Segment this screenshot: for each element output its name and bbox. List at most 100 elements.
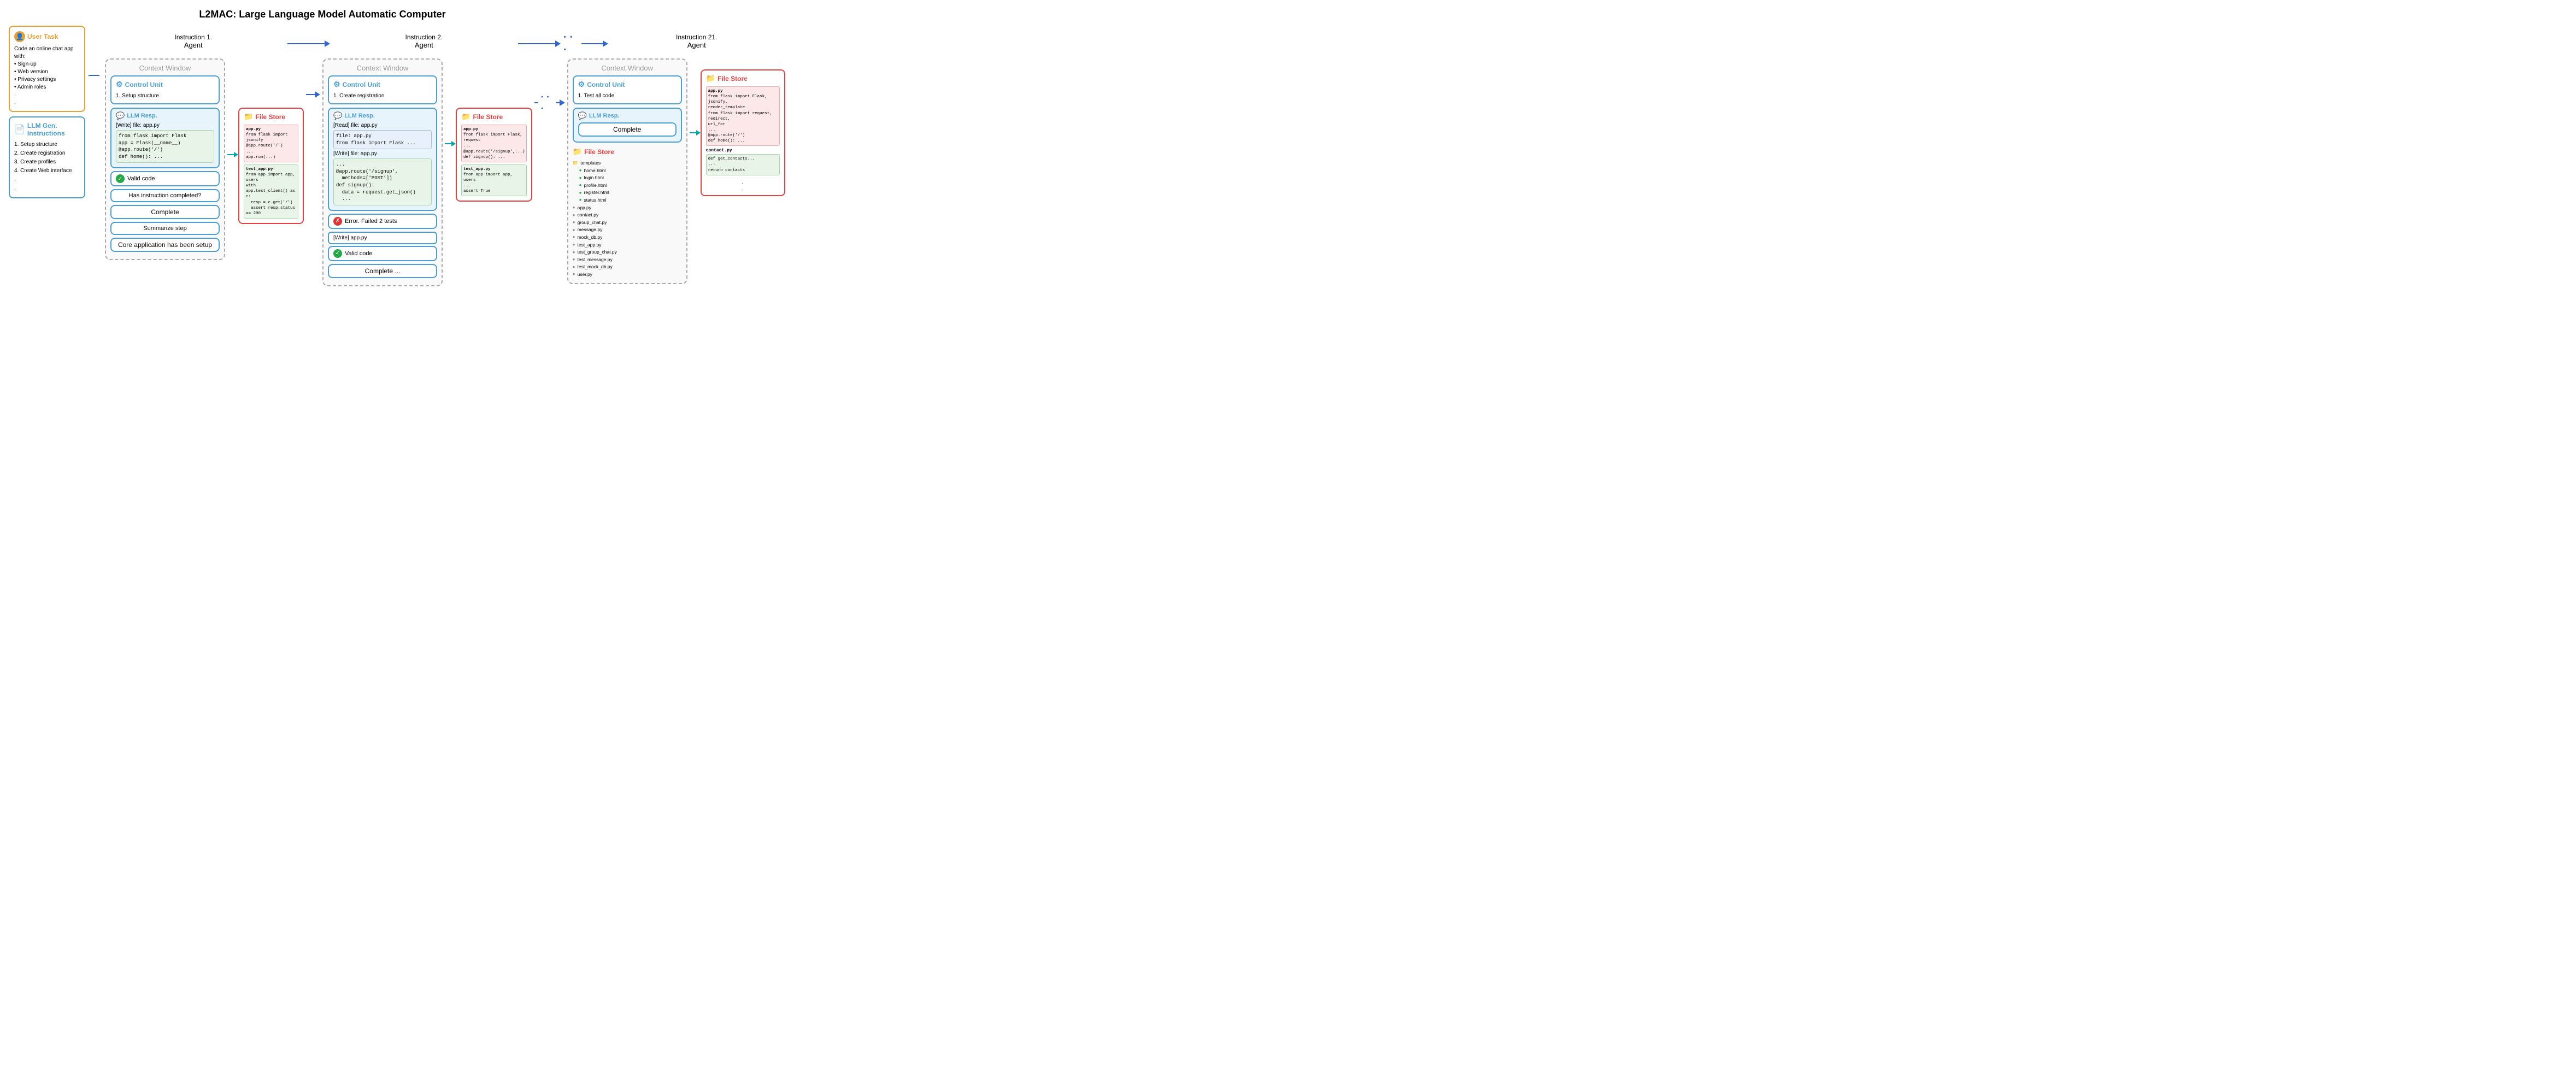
app-py-block-4: app.py from flask import Flask, jsonify,… <box>706 86 780 146</box>
control-unit-header-2: ⚙ Control Unit <box>333 80 432 89</box>
file-content-2: file: app.py from flask import Flask ... <box>333 130 432 149</box>
instruction2-block: Context Window ⚙ Control Unit 1. Create … <box>322 58 532 286</box>
context-label-2: Context Window <box>328 64 437 72</box>
complete-box-21-inner: Complete <box>578 122 677 137</box>
user-icon: 👤 <box>14 31 25 42</box>
code-block-2: ... @app.route('/signup', methods=['POST… <box>333 158 432 205</box>
control-unit-header-1: ⚙ Control Unit <box>116 80 214 89</box>
chat-icon-1: 💬 <box>116 111 125 120</box>
chat-icon-21: 💬 <box>578 111 587 120</box>
llm-gen-box: 📄 LLM Gen.Instructions 1. Setup structur… <box>9 116 85 198</box>
user-task-label: User Task <box>27 33 58 40</box>
file-contact-py: ● contact.py <box>573 211 682 219</box>
file-profile-html: ● profile.html <box>579 182 682 190</box>
write-file-2: [Write] file: app.py <box>333 151 432 157</box>
instruction21-sub: Agent <box>687 41 706 49</box>
gear-icon-2: ⚙ <box>333 80 340 89</box>
control-unit-1: ⚙ Control Unit 1. Setup structure <box>110 75 220 104</box>
instruction2-item: 1. Create registration <box>333 92 432 100</box>
file-store-header-4: 📁 File Store <box>706 74 780 83</box>
file-store-4: 📁 File Store app.py from flask import Fl… <box>701 69 785 196</box>
valid-code-label-2: Valid code <box>345 250 373 257</box>
error-label-2: Error. Failed 2 tests <box>345 218 397 225</box>
llm-resp-header-21: 💬 LLM Resp. <box>578 111 677 120</box>
app-py-block-2: app.py from flask import Flask,request .… <box>461 125 527 162</box>
file-store-header-2: 📁 File Store <box>461 112 527 121</box>
llm-resp-label-2: LLM Resp. <box>344 113 375 119</box>
contact-py-block: def get_contacts... ... return contacts <box>706 154 780 175</box>
test-app-block-1: test_app.py from app import app, users w… <box>244 164 298 219</box>
user-task-box: 👤 User Task Code an online chat app with… <box>9 26 85 112</box>
file-store-1: 📁 File Store app.py from flask import js… <box>238 108 304 224</box>
has-instruction-box: Has instruction completed? <box>110 189 220 202</box>
instruction2-label: Instruction 2. <box>405 33 443 41</box>
instruction21-label: Instruction 21. <box>676 33 717 41</box>
complete-box-1: Complete <box>110 205 220 219</box>
file-group-chat-py: ● group_chat.py <box>573 219 682 227</box>
file-user-py: ● user.py <box>573 271 682 279</box>
control-unit-label-21: Control Unit <box>587 81 625 89</box>
doc-icon: 📄 <box>14 124 25 135</box>
instruction21-item: 1. Test all code <box>578 92 677 100</box>
context-window-1: Context Window ⚙ Control Unit 1. Setup s… <box>105 58 225 260</box>
instruction1-item: 1. Setup structure <box>116 92 214 100</box>
dots-middle: · · · <box>538 91 556 114</box>
file-message-py: ● message.py <box>573 226 682 234</box>
dots-separator: · · · <box>561 31 581 56</box>
file-app-py: ● app.py <box>573 204 682 212</box>
llm-resp-label-1: LLM Resp. <box>127 113 157 119</box>
llm-resp-1: 💬 LLM Resp. [Write] file: app.py from fl… <box>110 108 220 168</box>
llm-resp-2: 💬 LLM Resp. [Read] file: app.py file: ap… <box>328 108 437 211</box>
summary-text: Core application has been setup <box>110 238 220 252</box>
file-test-app-py: ● test_app.py <box>573 242 682 249</box>
instruction2-sub: Agent <box>415 41 433 49</box>
test-app-block-2: test_app.py from app import app, users .… <box>461 164 527 197</box>
instruction1-label: Instruction 1. <box>174 33 212 41</box>
context-window-2: Context Window ⚙ Control Unit 1. Create … <box>322 58 443 286</box>
error-box-2: ✗ Error. Failed 2 tests <box>328 214 437 229</box>
folder-icon-4: 📁 <box>706 74 715 83</box>
context-label-1: Context Window <box>110 64 220 72</box>
valid-code-2: ✓ Valid code <box>328 246 437 261</box>
contact-py-label: contact.py <box>706 148 780 153</box>
control-unit-label-2: Control Unit <box>343 81 380 89</box>
left-panel: 👤 User Task Code an online chat app with… <box>9 26 85 198</box>
check-icon-2: ✓ <box>333 249 342 258</box>
instructions-section: Instruction 1. Agent Instruction 2. Agen… <box>99 26 785 286</box>
file-store-label-2: File Store <box>473 113 503 121</box>
file-store-label-4: File Store <box>717 75 748 83</box>
control-unit-label-1: Control Unit <box>125 81 163 89</box>
code-block-1: from flask import Flask app = Flask(__na… <box>116 130 214 163</box>
instruction1-sub: Agent <box>184 41 203 49</box>
file-login-html: ● login.html <box>579 174 682 182</box>
file-home-html: ● home.html <box>579 167 682 175</box>
llm-gen-label: LLM Gen.Instructions <box>27 122 65 137</box>
valid-code-label-1: Valid code <box>127 175 155 182</box>
control-unit-header-21: ⚙ Control Unit <box>578 80 677 89</box>
llm-gen-header: 📄 LLM Gen.Instructions <box>14 122 80 137</box>
summarize-box: Summarize step <box>110 222 220 235</box>
llm-resp-21: 💬 LLM Resp. Complete <box>573 108 682 143</box>
file-status-html: ● status.html <box>579 197 682 204</box>
file-mock-db-py: ● mock_db.py <box>573 234 682 242</box>
llm-resp-header-2: 💬 LLM Resp. <box>333 111 432 120</box>
complete-box-2: Complete ... <box>328 264 437 278</box>
file-store-header-3-inner: 📁 File Store <box>573 147 682 156</box>
control-unit-2: ⚙ Control Unit 1. Create registration <box>328 75 437 104</box>
folder-small-icon: 📁 <box>573 160 579 167</box>
context-window-21: Context Window ⚙ Control Unit 1. Test al… <box>567 58 687 284</box>
x-icon-2: ✗ <box>333 217 342 226</box>
instruction21-block: Context Window ⚙ Control Unit 1. Test al… <box>567 58 785 284</box>
folder-icon-1: 📁 <box>244 112 253 121</box>
file-test-mock-db-py: ● test_mock_db.py <box>573 263 682 271</box>
page-title: L2MAC: Large Language Model Automatic Co… <box>9 9 636 20</box>
app-py-block-1: app.py from flask import jsonify @app.ro… <box>244 125 298 162</box>
file-register-html: ● register.html <box>579 189 682 197</box>
instruction1-block: Context Window ⚙ Control Unit 1. Setup s… <box>105 58 304 260</box>
user-task-header: 👤 User Task <box>14 31 80 42</box>
gear-icon-21: ⚙ <box>578 80 585 89</box>
dots-bottom: . <box>706 179 780 185</box>
dots-bottom2: . <box>706 185 780 192</box>
control-unit-21: ⚙ Control Unit 1. Test all code <box>573 75 682 104</box>
write-file-1: [Write] file: app.py <box>116 122 214 128</box>
